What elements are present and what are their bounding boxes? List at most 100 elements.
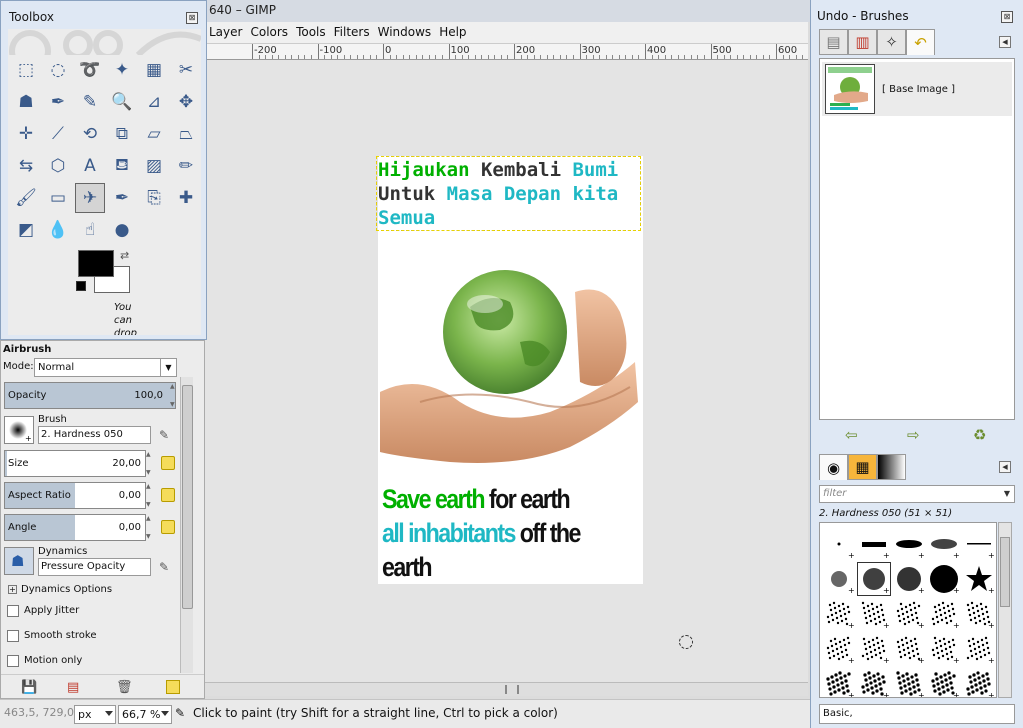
dock-menu-icon[interactable]: ◀ bbox=[999, 36, 1011, 48]
brush-cell[interactable]: + bbox=[892, 667, 926, 697]
flip-tool[interactable]: ⇆ bbox=[11, 151, 41, 181]
tab-gradients[interactable] bbox=[877, 454, 906, 480]
ellipse-select-tool[interactable]: ◌ bbox=[43, 55, 73, 85]
airbrush-tool[interactable]: ✈ bbox=[75, 183, 105, 213]
unit-select[interactable]: px bbox=[74, 705, 116, 724]
brush-cell[interactable]: + bbox=[822, 667, 856, 697]
default-colors-icon[interactable] bbox=[76, 281, 86, 291]
tool-options-scrollbar[interactable] bbox=[180, 377, 193, 673]
clone-tool[interactable]: ⎘ bbox=[139, 183, 169, 213]
tool-options-scroll-thumb[interactable] bbox=[182, 385, 193, 609]
brush-cell[interactable]: + bbox=[822, 527, 856, 561]
ink-tool[interactable]: ✒ bbox=[107, 183, 137, 213]
opacity-slider[interactable]: Opacity 100,0 bbox=[4, 382, 176, 409]
reset-options-icon[interactable] bbox=[166, 680, 180, 694]
dynamics-preview-button[interactable]: ☗ bbox=[4, 547, 34, 575]
brush-cell[interactable]: + bbox=[927, 632, 961, 666]
perspective-tool[interactable]: ⏢ bbox=[171, 119, 201, 149]
brush-cell[interactable]: + bbox=[962, 667, 996, 697]
scroll-grip-icon[interactable] bbox=[505, 685, 519, 694]
heal-tool[interactable]: ✚ bbox=[171, 183, 201, 213]
brush-cell[interactable]: + bbox=[927, 527, 961, 561]
tab-brushes[interactable]: ◉ bbox=[819, 454, 848, 480]
brush-cell[interactable]: + bbox=[822, 562, 856, 596]
close-icon[interactable]: ⊠ bbox=[1001, 11, 1013, 23]
size-spinner[interactable] bbox=[146, 450, 154, 477]
angle-slider[interactable]: Angle 0,00 bbox=[4, 514, 146, 541]
edit-brush-icon[interactable]: ✎ bbox=[159, 428, 173, 442]
chevron-down-icon[interactable]: ▼ bbox=[1004, 489, 1010, 498]
delete-options-icon[interactable]: 🗑 bbox=[116, 680, 133, 695]
close-icon[interactable]: ⊠ bbox=[186, 12, 198, 24]
tab-patterns[interactable]: ▦ bbox=[848, 454, 877, 480]
tab-channels[interactable]: ▥ bbox=[848, 29, 877, 55]
brush-cell[interactable]: + bbox=[892, 562, 926, 596]
brush-cell[interactable]: + bbox=[927, 597, 961, 631]
brush-cell[interactable]: + bbox=[927, 667, 961, 697]
foreground-color-front[interactable] bbox=[78, 250, 114, 277]
brush-cell[interactable]: + bbox=[857, 562, 891, 596]
swap-colors-icon[interactable]: ⇄ bbox=[120, 249, 129, 262]
undo-history-item[interactable]: [ Base Image ] bbox=[822, 62, 1012, 116]
brush-filter-input[interactable]: filter ▼ bbox=[819, 485, 1015, 503]
paths-tool[interactable]: ✒ bbox=[43, 87, 73, 117]
menu-layer[interactable]: Layer bbox=[205, 22, 246, 42]
undo-icon[interactable]: ⇦ bbox=[845, 426, 858, 444]
crop-tool[interactable]: ⟋ bbox=[43, 119, 73, 149]
menu-tools[interactable]: Tools bbox=[292, 22, 330, 42]
brush-cell[interactable]: + bbox=[857, 527, 891, 561]
motion-only-checkbox[interactable] bbox=[7, 655, 19, 667]
zoom-select[interactable]: 66,7 % bbox=[118, 705, 172, 724]
save-options-icon[interactable]: 💾 bbox=[21, 680, 37, 695]
expand-icon[interactable]: + bbox=[8, 585, 17, 594]
opacity-spinner[interactable] bbox=[170, 382, 178, 409]
menu-windows[interactable]: Windows bbox=[374, 22, 436, 42]
brush-scroll-thumb[interactable] bbox=[1000, 537, 1010, 607]
brush-name-field[interactable]: 2. Hardness 050 bbox=[38, 426, 151, 444]
menu-help[interactable]: Help bbox=[435, 22, 470, 42]
eraser-tool[interactable]: ▭ bbox=[43, 183, 73, 213]
redo-icon[interactable]: ⇨ bbox=[907, 426, 920, 444]
brush-tag-combo[interactable]: Basic, bbox=[819, 704, 1015, 724]
measure-tool[interactable]: ⊿ bbox=[139, 87, 169, 117]
aspect-spinner[interactable] bbox=[146, 482, 154, 509]
brush-cell[interactable]: + bbox=[857, 667, 891, 697]
brush-cell[interactable]: + bbox=[857, 597, 891, 631]
angle-spinner[interactable] bbox=[146, 514, 154, 541]
align-tool[interactable]: ✛ bbox=[11, 119, 41, 149]
perspective-clone-tool[interactable]: ◩ bbox=[11, 215, 41, 245]
brush-cell[interactable]: + bbox=[857, 632, 891, 666]
horizontal-ruler[interactable]: -200 -100 0 100 200 300 400 500 600 bbox=[205, 44, 808, 60]
tab-layers[interactable]: ▤ bbox=[819, 29, 848, 55]
dock-menu-icon[interactable]: ◀ bbox=[999, 461, 1011, 473]
text-tool[interactable]: A bbox=[75, 151, 105, 181]
blend-tool[interactable]: ▨ bbox=[139, 151, 169, 181]
brush-cell[interactable]: + bbox=[962, 527, 996, 561]
menu-filters[interactable]: Filters bbox=[330, 22, 374, 42]
chevron-down-icon[interactable]: ▼ bbox=[160, 359, 176, 376]
mode-select[interactable]: Normal ▼ bbox=[34, 358, 177, 377]
color-select-tool[interactable]: ▦ bbox=[139, 55, 169, 85]
shear-tool[interactable]: ▱ bbox=[139, 119, 169, 149]
scissors-tool[interactable]: ✂ bbox=[171, 55, 201, 85]
cage-tool[interactable]: ⬡ bbox=[43, 151, 73, 181]
pencil-tool[interactable]: ✏ bbox=[171, 151, 201, 181]
smooth-stroke-checkbox[interactable] bbox=[7, 630, 19, 642]
foreground-select-tool[interactable]: ☗ bbox=[11, 87, 41, 117]
bucket-fill-tool[interactable]: ⛾ bbox=[107, 151, 137, 181]
fuzzy-select-tool[interactable]: ✦ bbox=[107, 55, 137, 85]
brush-preview-button[interactable]: + bbox=[4, 416, 34, 444]
brush-cell[interactable]: + bbox=[927, 562, 961, 596]
apply-jitter-checkbox[interactable] bbox=[7, 605, 19, 617]
scale-tool[interactable]: ⧉ bbox=[107, 119, 137, 149]
restore-options-icon[interactable]: ▤ bbox=[67, 680, 79, 695]
brush-cell[interactable]: + bbox=[892, 632, 926, 666]
size-slider[interactable]: Size 20,00 bbox=[4, 450, 146, 477]
brush-cell[interactable]: + bbox=[962, 562, 996, 596]
color-picker-tool[interactable]: ✎ bbox=[75, 87, 105, 117]
move-tool[interactable]: ✥ bbox=[171, 87, 201, 117]
tab-paths[interactable]: ✧ bbox=[877, 29, 906, 55]
menu-colors[interactable]: Colors bbox=[246, 22, 292, 42]
zoom-tool[interactable]: 🔍 bbox=[107, 87, 137, 117]
dynamics-options-expander[interactable]: Dynamics Options bbox=[21, 584, 112, 595]
